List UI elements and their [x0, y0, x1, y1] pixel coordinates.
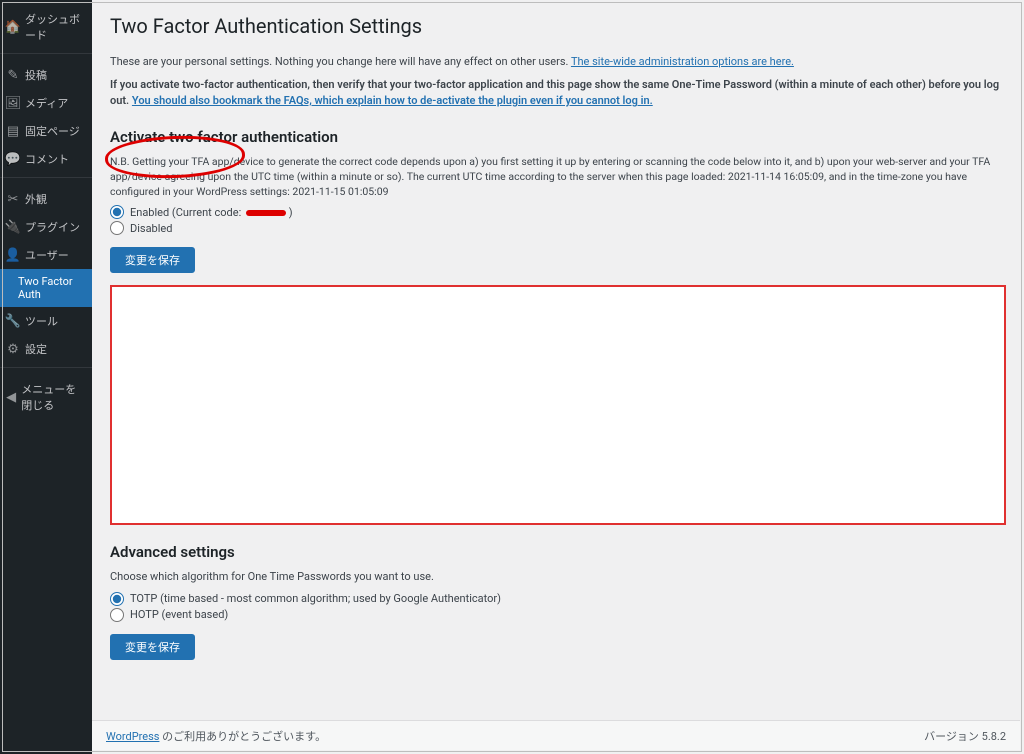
algorithm-radio-group: TOTP (time based - most common algorithm… — [110, 592, 1006, 622]
media-icon: 🖼 — [6, 96, 20, 110]
wordpress-link[interactable]: WordPress — [106, 730, 159, 743]
sidebar-separator — [0, 367, 92, 371]
activate-note: N.B. Getting your TFA app/device to gene… — [110, 154, 1006, 200]
radio-hotp-label[interactable]: HOTP (event based) — [130, 608, 228, 621]
save-button-2[interactable]: 変更を保存 — [110, 634, 195, 660]
advanced-heading: Advanced settings — [110, 543, 1006, 561]
tools-icon: 🔧 — [6, 314, 20, 328]
sidebar-item-label: ダッシュボード — [25, 11, 86, 43]
sidebar-item-label: ツール — [25, 313, 58, 329]
faq-link[interactable]: You should also bookmark the FAQs, which… — [132, 94, 653, 107]
footer-bar: WordPress のご利用ありがとうございます。 バージョン 5.8.2 — [92, 720, 1020, 750]
sidebar-item-label: メディア — [25, 95, 68, 111]
sidebar-item-users[interactable]: 👤 ユーザー — [0, 241, 92, 269]
plugin-icon: 🔌 — [6, 220, 20, 234]
radio-disabled-label[interactable]: Disabled — [130, 222, 172, 235]
qr-code-area — [110, 285, 1006, 525]
sidebar-separator — [0, 177, 92, 181]
sidebar-item-collapse[interactable]: ◀ メニューを閉じる — [0, 375, 92, 419]
sidebar-item-comments[interactable]: 💬 コメント — [0, 145, 92, 173]
radio-totp[interactable] — [110, 592, 124, 606]
sidebar-item-plugins[interactable]: 🔌 プラグイン — [0, 213, 92, 241]
enable-label-text: Enabled (Current code: — [130, 206, 244, 219]
sidebar-item-twofactor[interactable]: Two Factor Auth — [0, 269, 92, 307]
sidebar-item-label: 投稿 — [25, 67, 47, 83]
sidebar-item-label: Two Factor Auth — [18, 275, 86, 301]
sidebar-item-label: 外観 — [25, 191, 47, 207]
activation-radio-group: Enabled (Current code: ) Disabled — [110, 205, 1006, 235]
page-title: Two Factor Authentication Settings — [110, 8, 1006, 48]
dashboard-icon: 🏠 — [6, 20, 20, 34]
warning-text: If you activate two-factor authenticatio… — [110, 77, 1006, 110]
radio-disabled[interactable] — [110, 221, 124, 235]
sidebar-item-label: 設定 — [25, 341, 47, 357]
sidebar-item-label: プラグイン — [25, 219, 80, 235]
sidebar-item-label: 固定ページ — [25, 123, 80, 139]
sidebar-item-tools[interactable]: 🔧 ツール — [0, 307, 92, 335]
sidebar-item-appearance[interactable]: ✂ 外観 — [0, 185, 92, 213]
sidebar-item-settings[interactable]: ⚙ 設定 — [0, 335, 92, 363]
advanced-note: Choose which algorithm for One Time Pass… — [110, 569, 1006, 586]
gear-icon: ⚙ — [6, 342, 20, 356]
radio-totp-label[interactable]: TOTP (time based - most common algorithm… — [130, 592, 501, 605]
radio-hotp[interactable] — [110, 608, 124, 622]
footer-thanks: のご利用ありがとうございます。 — [159, 730, 326, 743]
pin-icon: ✎ — [6, 68, 20, 82]
user-icon: 👤 — [6, 248, 20, 262]
sidebar-item-media[interactable]: 🖼 メディア — [0, 89, 92, 117]
main-content: Two Factor Authentication Settings These… — [92, 0, 1024, 754]
radio-enabled-label[interactable]: Enabled (Current code: ) — [130, 206, 293, 219]
sidebar-item-label: ユーザー — [25, 247, 69, 263]
comments-icon: 💬 — [6, 152, 20, 166]
intro-text: These are your personal settings. Nothin… — [110, 54, 1006, 71]
intro-pre: These are your personal settings. Nothin… — [110, 55, 571, 68]
sidebar-item-posts[interactable]: ✎ 投稿 — [0, 61, 92, 89]
admin-options-link[interactable]: The site-wide administration options are… — [571, 55, 794, 68]
redacted-code — [246, 210, 286, 216]
brush-icon: ✂ — [6, 192, 20, 206]
sidebar-item-pages[interactable]: ▤ 固定ページ — [0, 117, 92, 145]
collapse-icon: ◀ — [6, 390, 16, 404]
pages-icon: ▤ — [6, 124, 20, 138]
radio-enabled[interactable] — [110, 205, 124, 219]
sidebar-item-label: コメント — [25, 151, 69, 167]
save-button[interactable]: 変更を保存 — [110, 247, 195, 273]
activate-heading: Activate two factor authentication — [110, 128, 1006, 146]
admin-sidebar: 🏠 ダッシュボード ✎ 投稿 🖼 メディア ▤ 固定ページ 💬 コメント ✂ 外観 🔌 プラグ… — [0, 0, 92, 754]
version-text: バージョン 5.8.2 — [924, 728, 1006, 744]
sidebar-separator — [0, 53, 92, 57]
sidebar-item-dashboard[interactable]: 🏠 ダッシュボード — [0, 5, 92, 49]
sidebar-item-label: メニューを閉じる — [21, 381, 86, 413]
